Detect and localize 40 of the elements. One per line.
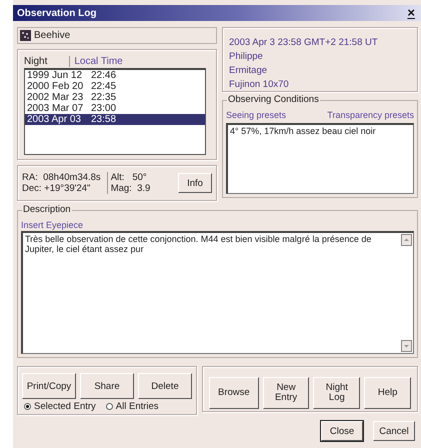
column-header[interactable]: Night — [24, 56, 48, 67]
nav-button[interactable]: Help — [364, 377, 411, 409]
preset-link[interactable]: Transparency presets — [327, 110, 414, 120]
night-list-item[interactable]: 1999 Jun 12 22:46 — [25, 70, 205, 81]
night-list-item[interactable]: 2003 Mar 07 23:00 — [25, 103, 205, 114]
close-button[interactable]: × — [405, 6, 417, 20]
action-button[interactable]: Print/Copy — [22, 373, 76, 399]
dialog-button[interactable]: Close — [321, 421, 363, 441]
conditions-field[interactable]: 4° 57%, 17km/h assez beau ciel noir — [226, 123, 414, 194]
dialog-button[interactable]: Cancel — [373, 421, 415, 441]
window-title: Observation Log — [17, 8, 96, 18]
action-button[interactable]: Delete — [138, 373, 192, 399]
group-title: Observing Conditions — [227, 94, 320, 105]
insert-eyepiece-link[interactable]: Insert Eyepiece — [21, 220, 414, 230]
scroll-down-button[interactable] — [401, 340, 412, 352]
scope-radio[interactable]: All Entries — [106, 401, 159, 412]
alt-text: Alt: 50° — [110, 172, 148, 183]
mag-text: Mag: 3.9 — [110, 183, 150, 194]
action-button[interactable]: Share — [80, 373, 134, 399]
star-cluster-icon — [20, 30, 31, 41]
ra-text: RA: 08h40m34.8s — [22, 172, 101, 183]
nav-button[interactable]: Night Log — [313, 377, 360, 409]
scope-radio[interactable]: Selected Entry — [24, 401, 96, 412]
group-title: Description — [22, 204, 72, 215]
night-list-item[interactable]: 2002 Mar 23 22:35 — [25, 92, 205, 103]
nav-button[interactable]: Browse — [209, 377, 259, 409]
dec-text: Dec: +19°39'24" — [22, 183, 92, 194]
nav-button[interactable]: New Entry — [262, 377, 310, 409]
description-field[interactable]: Très belle observation de cette conjonction. M44 est bien visible malgré la présence de Jupiter, le ciel étant assez pur — [21, 231, 414, 354]
column-header[interactable]: Local Time — [69, 56, 123, 67]
scroll-up-button[interactable] — [401, 234, 412, 246]
info-line: Fujinon 10x70 — [229, 79, 290, 90]
object-name: Beehive — [34, 30, 70, 41]
info-line: Philippe — [229, 51, 264, 62]
info-line: 2003 Apr 3 23:58 GMT+2 21:58 UT — [229, 37, 379, 48]
preset-link[interactable]: Seeing presets — [226, 110, 286, 120]
info-line: Ermitage — [229, 65, 268, 76]
night-list-item[interactable]: 2000 Feb 20 22:45 — [25, 81, 205, 92]
night-list-item[interactable]: 2003 Apr 03 23:58 — [25, 114, 205, 125]
info-button[interactable]: Info — [178, 173, 212, 193]
